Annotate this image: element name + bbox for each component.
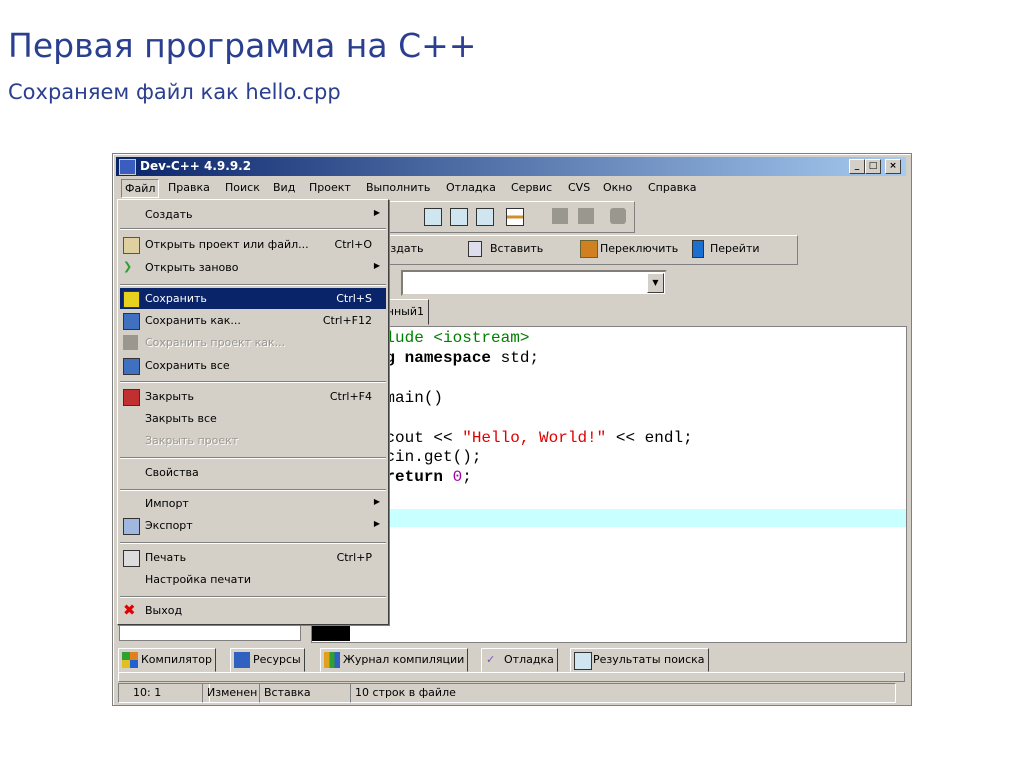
menu-item-export[interactable]: Экспорт ▶	[120, 515, 386, 536]
find-icon[interactable]	[424, 208, 442, 226]
find-next-icon[interactable]	[450, 208, 468, 226]
menu-item-save-as[interactable]: Сохранить как... Ctrl+F12	[120, 310, 386, 331]
next-bookmark-icon[interactable]	[578, 208, 594, 224]
goto-line-icon[interactable]	[506, 208, 524, 226]
tab-debug[interactable]: ✓ Отладка	[481, 648, 558, 672]
current-line-highlight	[350, 509, 906, 527]
printer-icon	[123, 550, 140, 567]
replace-icon[interactable]	[476, 208, 494, 226]
status-position: 10: 1	[118, 683, 210, 703]
toolbar-main	[383, 201, 635, 233]
search-icon	[574, 652, 592, 670]
open-icon	[123, 237, 140, 254]
menu-item-close-all[interactable]: Закрыть все	[120, 408, 386, 429]
menu-item-print-setup[interactable]: Настройка печати	[120, 569, 386, 590]
insert-button[interactable]: Вставить	[490, 242, 543, 255]
slide-title: Первая программа на C++	[8, 26, 477, 65]
slide-subtitle: Сохраняем файл как hello.cpp	[8, 80, 341, 104]
menu-item-close-project: Закрыть проект	[145, 434, 239, 447]
menu-search[interactable]: Поиск	[225, 181, 260, 194]
close-file-icon	[123, 389, 140, 406]
menu-edit[interactable]: Правка	[168, 181, 210, 194]
title-bar[interactable]: Dev-C++ 4.9.9.2 _ □ ×	[116, 157, 906, 176]
status-bar: 10: 1 Изменен Вставка 10 строк в файле	[118, 683, 906, 703]
tab-search-results[interactable]: Результаты поиска	[570, 648, 709, 672]
minimize-button[interactable]: _	[849, 159, 865, 174]
toolbar-classes: Создать Вставить Переключить Перейти	[376, 235, 798, 265]
goto-button[interactable]: Перейти	[710, 242, 760, 255]
menu-help[interactable]: Справка	[648, 181, 696, 194]
tab-compiler[interactable]: Компилятор	[118, 648, 216, 672]
menu-item-properties[interactable]: Свойства	[120, 462, 386, 483]
toggle-icon[interactable]	[610, 208, 626, 224]
chevron-right-icon: ▶	[373, 519, 380, 528]
menu-file[interactable]: Файл	[121, 179, 160, 198]
bottom-tabs: Компилятор Ресурсы Журнал компиляции ✓ От…	[118, 648, 906, 672]
switch-button[interactable]: Переключить	[600, 242, 678, 255]
insert-icon	[468, 241, 482, 257]
exit-icon: ✖	[123, 601, 136, 619]
compiler-icon	[122, 652, 138, 668]
menu-window[interactable]: Окно	[603, 181, 632, 194]
save-icon	[123, 291, 140, 308]
menu-cvs[interactable]: CVS	[568, 181, 590, 194]
app-icon	[119, 159, 136, 175]
menu-project[interactable]: Проект	[309, 181, 351, 194]
export-icon	[123, 518, 140, 535]
status-info: 10 строк в файле	[350, 683, 896, 703]
menu-tools[interactable]: Сервис	[511, 181, 552, 194]
menu-item-save[interactable]: Сохранить Ctrl+S	[120, 288, 386, 309]
menu-item-save-project-as: Сохранить проект как...	[120, 332, 386, 353]
goto-icon	[692, 240, 704, 258]
menu-item-print[interactable]: Печать Ctrl+P	[120, 547, 386, 568]
code-editor[interactable]: #include <iostream> using namespace std;…	[311, 326, 907, 643]
menu-item-exit[interactable]: ✖ Выход	[120, 600, 386, 621]
menu-item-close[interactable]: Закрыть Ctrl+F4	[120, 386, 386, 407]
resources-icon	[234, 652, 250, 668]
prev-bookmark-icon[interactable]	[552, 208, 568, 224]
checkmark-icon: ✓	[486, 653, 496, 666]
chevron-right-icon: ▶	[373, 261, 380, 270]
menu-debug[interactable]: Отладка	[446, 181, 496, 194]
menu-item-save-all[interactable]: Сохранить все	[120, 355, 386, 376]
status-mode: Вставка	[259, 683, 351, 703]
menu-item-open[interactable]: Открыть проект или файл... Ctrl+O	[120, 234, 386, 255]
menu-item-reopen[interactable]: ❯ Открыть заново ▶	[120, 257, 386, 278]
menu-view[interactable]: Вид	[273, 181, 295, 194]
menu-item-import[interactable]: Импорт ▶	[120, 493, 386, 514]
menu-run[interactable]: Выполнить	[366, 181, 430, 194]
chevron-down-icon[interactable]: ▼	[647, 273, 664, 293]
file-menu: Создать ▶ Открыть проект или файл... Ctrl+…	[117, 199, 389, 625]
menu-bar: Файл Правка Поиск Вид Проект Выполнить О…	[116, 178, 906, 198]
save-all-icon	[123, 358, 140, 375]
save-project-icon	[123, 335, 138, 350]
tab-compile-log[interactable]: Журнал компиляции	[320, 648, 469, 672]
maximize-button[interactable]: □	[865, 159, 881, 174]
code-line-6: cout << "Hello, World!" << endl;	[347, 429, 693, 447]
bottom-panel	[118, 672, 905, 682]
function-combo[interactable]: ▼	[401, 270, 667, 296]
chevron-right-icon: ▶	[373, 497, 380, 506]
switch-icon	[580, 240, 598, 258]
menu-item-new[interactable]: Создать ▶	[120, 204, 386, 225]
save-as-icon	[123, 313, 140, 330]
window-title: Dev-C++ 4.9.9.2	[140, 159, 252, 173]
chart-icon	[324, 652, 340, 668]
reopen-icon: ❯	[123, 260, 133, 273]
chevron-right-icon: ▶	[373, 208, 380, 217]
status-modified: Изменен	[202, 683, 260, 703]
project-panel	[119, 624, 301, 641]
close-button[interactable]: ×	[885, 159, 901, 174]
tab-resources[interactable]: Ресурсы	[230, 648, 305, 672]
gutter-marker	[312, 626, 350, 641]
